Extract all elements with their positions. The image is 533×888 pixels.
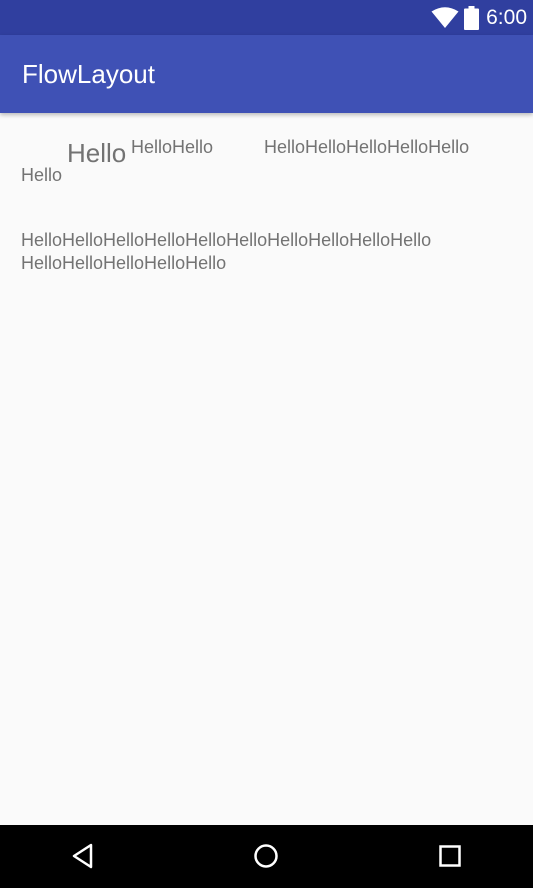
back-button[interactable]: [66, 839, 100, 873]
recents-button[interactable]: [433, 839, 467, 873]
status-icons: 6:00: [431, 5, 527, 31]
clock: 6:00: [486, 6, 527, 29]
back-icon: [72, 843, 93, 869]
flow-layout: Hello HelloHello HelloHelloHelloHelloHel…: [0, 113, 533, 825]
home-button[interactable]: [249, 839, 283, 873]
battery-icon: [464, 6, 480, 30]
wifi-icon: [431, 7, 459, 28]
flow-item-hello-small: Hello: [21, 165, 63, 185]
flow-item-hello-large: Hello: [67, 138, 127, 168]
home-icon: [254, 844, 278, 868]
navigation-bar: [0, 825, 533, 888]
flow-item-hellohello: HelloHello: [131, 137, 214, 157]
flow-item-hello-x10: HelloHelloHelloHelloHelloHelloHelloHello…: [21, 230, 432, 250]
flow-item-hello-x5-wrap: HelloHelloHelloHelloHello: [21, 253, 227, 273]
status-bar: 6:00: [0, 0, 533, 35]
app-bar: FlowLayout: [0, 35, 533, 113]
recents-icon: [439, 845, 461, 867]
app-title: FlowLayout: [22, 59, 155, 89]
flow-item-hello-x5: HelloHelloHelloHelloHello: [264, 137, 470, 157]
